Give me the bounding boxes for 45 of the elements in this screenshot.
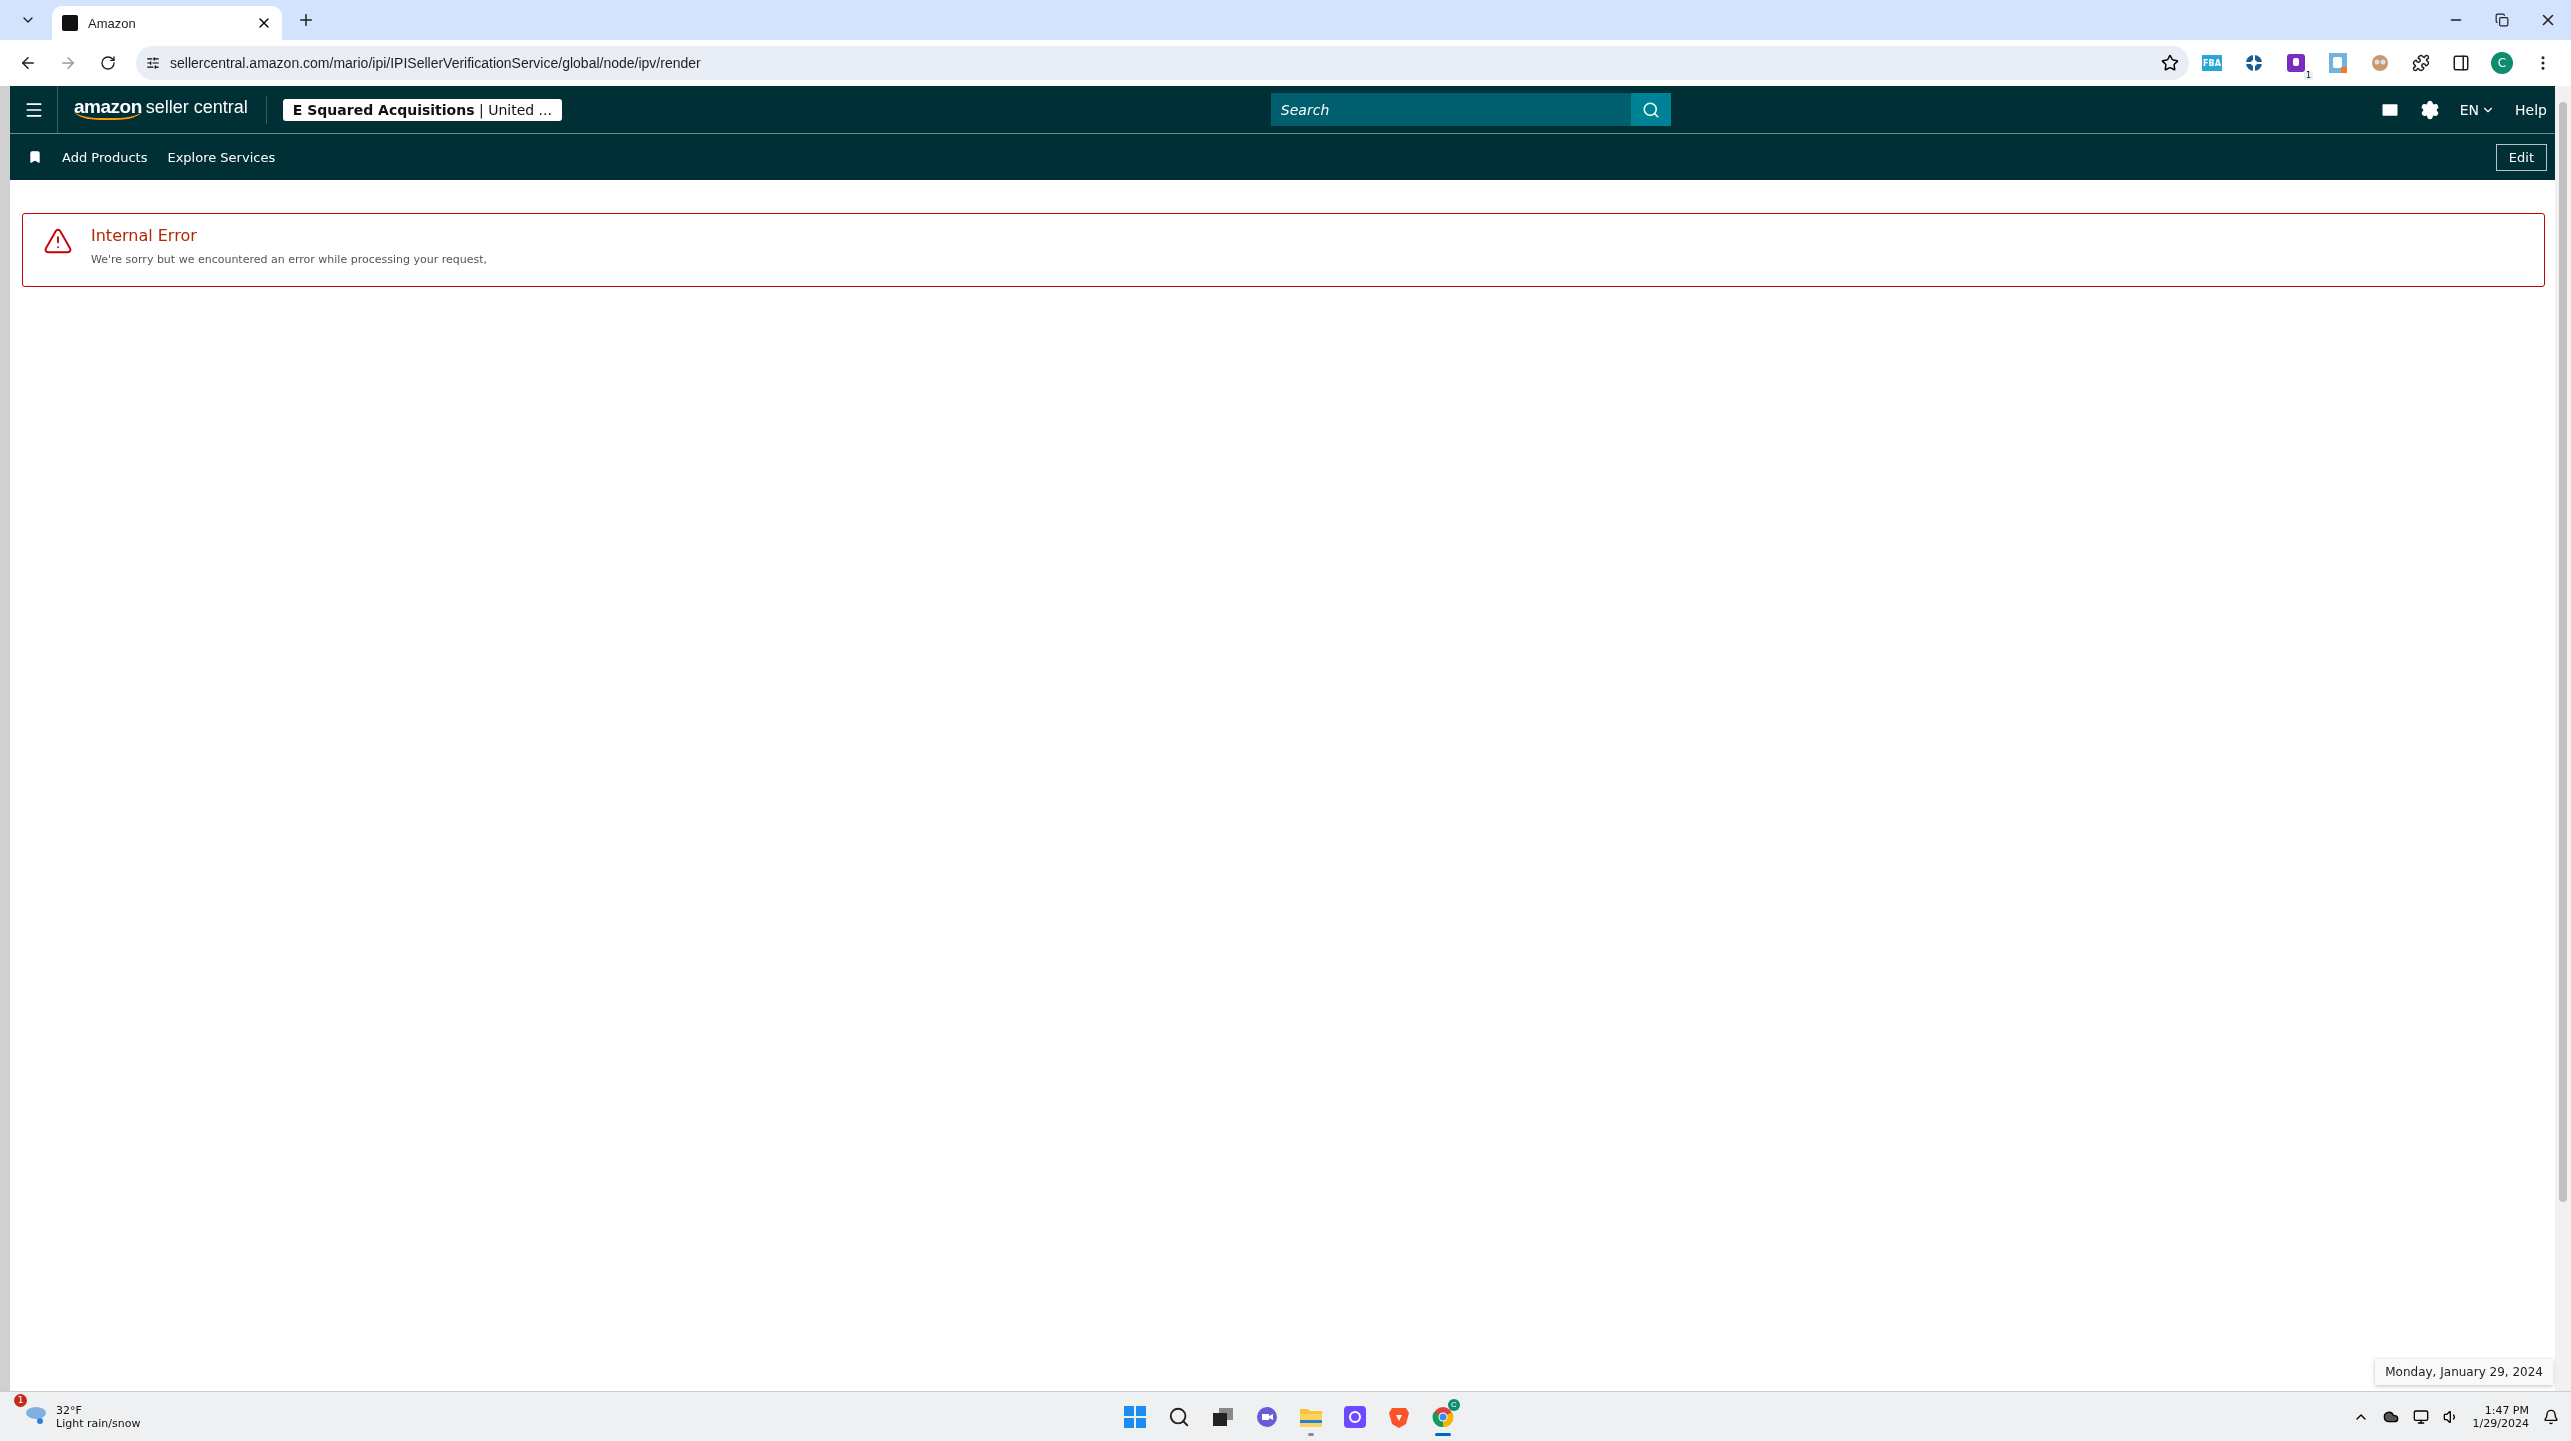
error-title: Internal Error — [91, 226, 198, 245]
browser-tab[interactable]: Amazon — [52, 6, 282, 40]
account-switcher[interactable]: E Squared Acquisitions | United ... — [282, 98, 562, 121]
running-indicator — [1435, 1432, 1451, 1436]
fist-extension-icon[interactable] — [2329, 53, 2347, 73]
weather-condition: Light rain/snow — [56, 1416, 141, 1430]
folder-icon[interactable] — [1300, 1406, 1322, 1427]
amazon-favicon — [62, 15, 78, 31]
profile-badge: C — [1448, 1398, 1460, 1411]
temperature-text: 32°F — [56, 1403, 83, 1417]
network-icon[interactable] — [2412, 1408, 2429, 1425]
chat-icon[interactable] — [1256, 1405, 1278, 1428]
task-view-icon[interactable] — [1213, 1407, 1233, 1426]
search-icon[interactable] — [1168, 1405, 1190, 1428]
settings-icon[interactable] — [2419, 99, 2440, 120]
scrollbar-thumb[interactable] — [2559, 102, 2567, 1202]
shield-app-icon[interactable] — [1344, 1405, 1366, 1428]
warning-icon — [43, 226, 73, 256]
date-tooltip: Monday, January 29, 2024 — [2375, 1359, 2553, 1385]
url-text: sellercentral.amazon.com/mario/ipi/IPISellerVerificationService/global/node/ipv/render — [170, 55, 702, 71]
nav-link[interactable]: Add Products — [62, 149, 148, 165]
notification-bell-icon[interactable] — [2543, 1408, 2559, 1425]
extension-badge: 1 — [2303, 71, 2313, 80]
error-message: We're sorry but we encountered an error while processing your request, — [91, 253, 487, 266]
search-field[interactable]: Search — [1270, 93, 1631, 126]
taskbar-clock[interactable]: 1:47 PM 1/29/2024 — [2472, 1403, 2529, 1430]
seller-central-logo: amazon seller central — [58, 95, 267, 124]
tab-title: Amazon — [88, 15, 137, 31]
chrome-icon[interactable] — [1432, 1405, 1454, 1428]
search-button[interactable] — [1630, 93, 1671, 126]
address-bar[interactable]: sellercentral.amazon.com/mario/ipi/IPISellerVerificationService/global/node/ipv/render — [136, 46, 2189, 80]
edit-button[interactable]: Edit — [2495, 143, 2547, 171]
language-menu[interactable]: EN — [2459, 101, 2496, 118]
bookmark-icon[interactable] — [28, 150, 42, 164]
profile-avatar[interactable]: C — [2491, 52, 2513, 74]
nav-link[interactable]: Explore Services — [167, 149, 276, 165]
site-info-icon[interactable] — [146, 56, 160, 70]
windows-start-icon[interactable] — [1124, 1405, 1146, 1428]
bookmark-star-icon[interactable] — [2161, 54, 2179, 72]
lion-browser-icon[interactable] — [1389, 1405, 1409, 1428]
running-indicator — [1308, 1432, 1314, 1436]
notification-badge: 1 — [14, 1393, 27, 1407]
letter-extension-icon[interactable] — [2287, 54, 2305, 72]
help-link[interactable]: Help — [2515, 101, 2547, 118]
wheel-extension-icon[interactable] — [2245, 54, 2263, 72]
